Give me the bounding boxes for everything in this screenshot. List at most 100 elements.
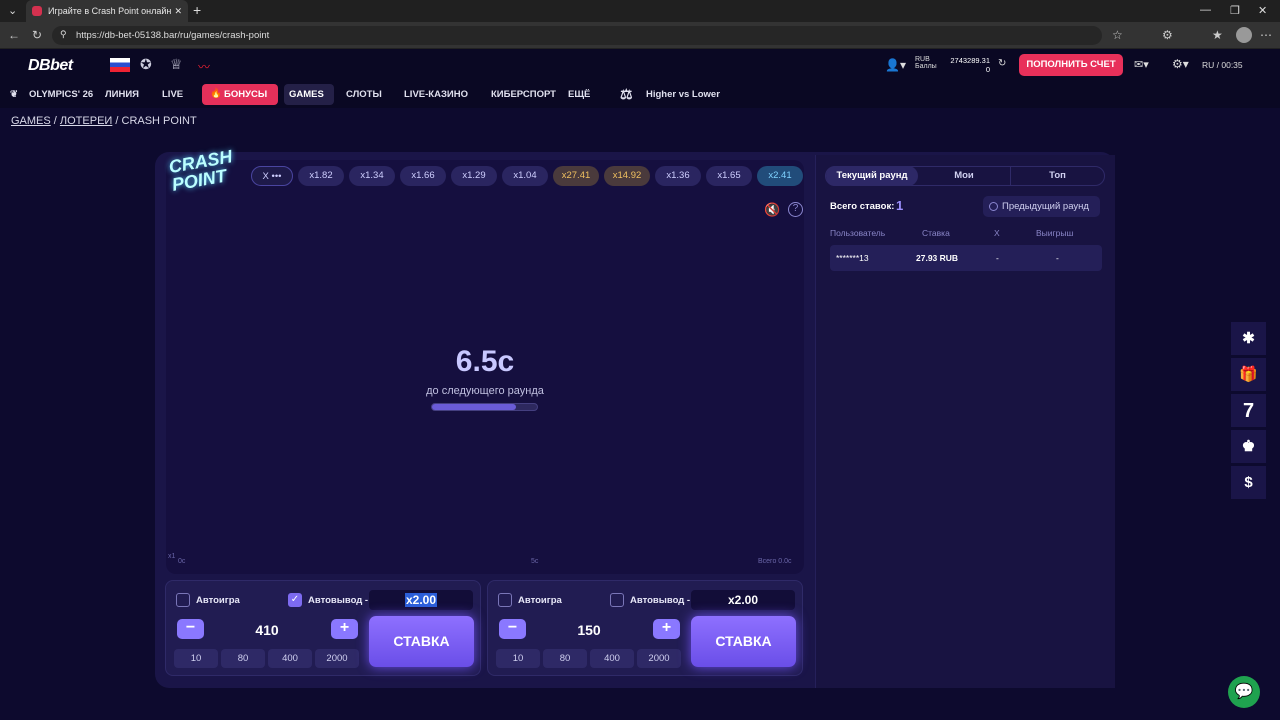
- new-tab-icon[interactable]: +: [193, 2, 201, 18]
- nav-live[interactable]: LIVE: [162, 89, 183, 100]
- dbbet-logo[interactable]: DBbet: [28, 57, 73, 75]
- axis-y-label: x1: [168, 553, 176, 560]
- user-icon[interactable]: 👤▾: [885, 58, 906, 72]
- quick-amount-button[interactable]: 10: [174, 649, 218, 668]
- site-favicon: [32, 6, 42, 16]
- close-tab-icon[interactable]: ✕: [174, 6, 182, 17]
- history-chip[interactable]: x2.41: [757, 166, 803, 186]
- place-bet-button[interactable]: СТАВКА: [369, 616, 474, 667]
- history-chip[interactable]: x1.65: [706, 166, 752, 186]
- place-bet-button[interactable]: СТАВКА: [691, 616, 796, 667]
- laurel-icon: ❦: [10, 89, 18, 100]
- autoplay-label: Автоигра: [518, 595, 562, 606]
- quick-amount-button[interactable]: 10: [496, 649, 540, 668]
- increase-amount-button[interactable]: +: [653, 619, 680, 639]
- quick-amount-button[interactable]: 400: [590, 649, 634, 668]
- cashout-multiplier-input[interactable]: x2.00: [369, 590, 473, 610]
- gift-icon[interactable]: 🎁: [1231, 358, 1266, 392]
- balance-block[interactable]: RUB Баллы: [915, 56, 937, 70]
- bet-panel-2: Автоигра Автовывод - x2.00 − 150 + 10 80…: [487, 580, 803, 676]
- nav-live-casino[interactable]: LIVE-КАЗИНО: [404, 89, 468, 100]
- history-chip[interactable]: x27.41: [553, 166, 599, 186]
- sound-off-icon[interactable]: 🔇: [764, 202, 780, 218]
- history-chip[interactable]: x1.82: [298, 166, 344, 186]
- quick-amount-button[interactable]: 80: [221, 649, 265, 668]
- locale-selector[interactable]: RU / 00:35: [1202, 60, 1243, 70]
- bet-panel-1: Автоигра ✓ Автовывод - x2.00 − 410 + 10 …: [165, 580, 481, 676]
- nav-esports[interactable]: КИБЕРСПОРТ: [491, 89, 556, 100]
- quick-amount-button[interactable]: 400: [268, 649, 312, 668]
- dollar-icon[interactable]: $: [1231, 466, 1266, 500]
- breadcrumb: GAMES / ЛОТЕРЕИ / CRASH POINT: [11, 115, 197, 127]
- decrease-amount-button[interactable]: −: [177, 619, 204, 639]
- balance-amount: 2743289.31: [950, 56, 990, 65]
- bet-amount[interactable]: 410: [227, 622, 307, 638]
- refresh-balance-icon[interactable]: ↻: [998, 58, 1006, 69]
- russia-flag-icon: [110, 58, 130, 72]
- previous-round-button[interactable]: Предыдущий раунд: [983, 196, 1100, 217]
- autoplay-checkbox[interactable]: [498, 593, 512, 607]
- nav-slots[interactable]: СЛОТЫ: [346, 89, 382, 100]
- nav-olympics[interactable]: OLYMPICS' 26: [29, 89, 93, 100]
- help-icon[interactable]: ?: [788, 202, 803, 217]
- bookmark-star-icon[interactable]: ☆: [1112, 28, 1123, 42]
- address-bar: ← ↻ ⚲ https://db-bet-05138.bar/ru/games/…: [0, 22, 1280, 49]
- tab-mine[interactable]: Мои: [918, 166, 1011, 186]
- nav-line[interactable]: ЛИНИЯ: [105, 89, 139, 100]
- mail-icon[interactable]: ✉▾: [1134, 58, 1149, 71]
- nav-games[interactable]: GAMES: [284, 84, 334, 105]
- settings-gear-icon[interactable]: ⚙▾: [1172, 57, 1189, 71]
- extensions-icon[interactable]: ⚙: [1162, 28, 1173, 42]
- quick-amount-button[interactable]: 2000: [637, 649, 681, 668]
- logo-bet: bet: [50, 57, 73, 74]
- reload-icon[interactable]: ↻: [32, 28, 42, 42]
- main-nav: ❦ OLYMPICS' 26 ЛИНИЯ LIVE СЛОТЫ LIVE-КАЗ…: [0, 81, 1280, 108]
- history-chip[interactable]: x1.29: [451, 166, 497, 186]
- chess-icon[interactable]: ♚: [1231, 430, 1266, 464]
- history-chip[interactable]: x1.66: [400, 166, 446, 186]
- bug-report-icon[interactable]: ✱: [1231, 322, 1266, 356]
- profile-avatar[interactable]: [1236, 27, 1252, 43]
- history-toggle[interactable]: X •••: [251, 166, 293, 186]
- points-label: Баллы: [915, 63, 937, 70]
- lucky-seven-icon[interactable]: 7: [1231, 394, 1266, 428]
- col-win: Выигрыш: [1036, 228, 1074, 238]
- maximize-icon[interactable]: ❐: [1230, 4, 1240, 17]
- autoplay-checkbox[interactable]: [176, 593, 190, 607]
- bet-amount[interactable]: 150: [549, 622, 629, 638]
- tab-top[interactable]: Топ: [1011, 166, 1104, 186]
- tab-current-round[interactable]: Текущий раунд: [826, 166, 918, 186]
- breadcrumb-lotteries[interactable]: ЛОТЕРЕИ: [60, 115, 112, 127]
- tab-title: Играйте в Crash Point онлайн 👉: [48, 5, 175, 16]
- nav-higher-lower[interactable]: Higher vs Lower: [646, 89, 720, 100]
- browser-menu-icon[interactable]: ⋯: [1260, 28, 1272, 42]
- minimize-icon[interactable]: —: [1200, 4, 1211, 16]
- history-chip[interactable]: x1.36: [655, 166, 701, 186]
- axis-x-mid: 5с: [531, 558, 539, 565]
- countdown-progress-fill: [432, 404, 516, 410]
- url-input[interactable]: ⚲ https://db-bet-05138.bar/ru/games/cras…: [52, 26, 1102, 45]
- close-window-icon[interactable]: ✕: [1258, 4, 1267, 17]
- increase-amount-button[interactable]: +: [331, 619, 358, 639]
- browser-tab[interactable]: Играйте в Crash Point онлайн 👉 ✕: [26, 0, 188, 22]
- quick-amount-button[interactable]: 2000: [315, 649, 359, 668]
- topup-button[interactable]: ПОПОЛНИТЬ СЧЕТ: [1019, 54, 1123, 76]
- breadcrumb-games[interactable]: GAMES: [11, 115, 51, 127]
- cashout-checkbox[interactable]: [610, 593, 624, 607]
- tab-list-icon[interactable]: ⌄: [8, 4, 17, 17]
- cashout-checkbox[interactable]: ✓: [288, 593, 302, 607]
- favorites-icon[interactable]: ★: [1212, 28, 1223, 42]
- previous-round-label: Предыдущий раунд: [1002, 201, 1089, 212]
- decrease-amount-button[interactable]: −: [499, 619, 526, 639]
- site-info-icon[interactable]: ⚲: [60, 29, 67, 40]
- chat-icon[interactable]: 💬: [1228, 676, 1260, 708]
- balance-values: 2743289.31 0: [944, 56, 990, 74]
- nav-bonuses[interactable]: 🔥 БОНУСЫ: [202, 84, 278, 105]
- history-chip[interactable]: x1.34: [349, 166, 395, 186]
- nav-more[interactable]: ЕЩЁ: [568, 89, 590, 100]
- quick-amount-button[interactable]: 80: [543, 649, 587, 668]
- history-chip[interactable]: x14.92: [604, 166, 650, 186]
- history-chip[interactable]: x1.04: [502, 166, 548, 186]
- back-icon[interactable]: ←: [8, 28, 20, 42]
- cashout-multiplier-input[interactable]: x2.00: [691, 590, 795, 610]
